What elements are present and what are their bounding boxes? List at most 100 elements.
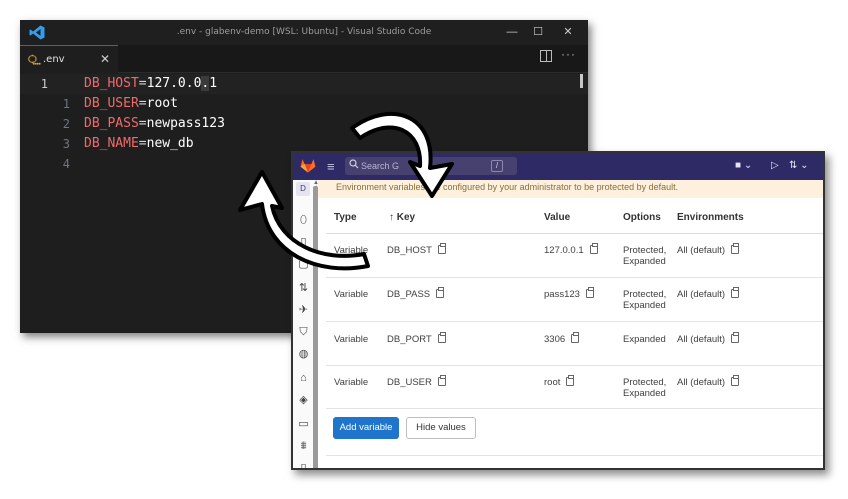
- copy-environment-icon[interactable]: [731, 287, 740, 298]
- tab-close-icon[interactable]: ✕: [100, 52, 110, 66]
- variable-value: 3306: [544, 334, 566, 345]
- vscode-titlebar: .env - glabenv-demo [WSL: Ubuntu] - Visu…: [20, 20, 588, 45]
- env-equals: =: [138, 116, 147, 131]
- code-line[interactable]: 2 DB_PASS=newpass123: [20, 114, 588, 134]
- variable-value: 127.0.0.1: [544, 245, 584, 256]
- line-number: 2: [62, 117, 70, 131]
- add-variable-button[interactable]: Add variable: [333, 417, 399, 439]
- merge-requests-icon[interactable]: ⇅ ⌄: [789, 160, 809, 171]
- protection-banner: Environment variables are configured by …: [318, 180, 823, 198]
- tab-label: .env: [43, 54, 65, 65]
- variable-value: root: [544, 377, 561, 388]
- row-divider: [326, 321, 823, 322]
- variable-type: Variable: [334, 289, 369, 300]
- env-equals: =: [138, 136, 147, 151]
- column-header-environments: Environments: [677, 212, 744, 223]
- variable-options-line2: Expanded: [623, 300, 666, 311]
- variable-type: Variable: [334, 377, 369, 388]
- pin-icon[interactable]: ⬯: [297, 214, 310, 227]
- env-value: newpass123: [146, 116, 225, 131]
- deployments-icon[interactable]: ◍: [297, 348, 310, 361]
- env-key: DB_NAME: [84, 136, 139, 151]
- column-header-key[interactable]: ↑ Key: [389, 212, 415, 223]
- env-equals: =: [138, 96, 147, 111]
- copy-key-icon[interactable]: [437, 375, 446, 386]
- copy-environment-icon[interactable]: [731, 375, 740, 386]
- variable-environment: All (default): [677, 377, 726, 388]
- variable-value: pass123: [544, 289, 580, 300]
- row-divider: [326, 365, 823, 366]
- variable-key: DB_USER: [387, 377, 432, 388]
- copy-environment-icon[interactable]: [731, 243, 740, 254]
- issues-dropdown-icon[interactable]: ■ ⌄: [735, 160, 752, 171]
- variable-options: Protected,: [623, 289, 667, 300]
- env-file-icon: ⵿: [28, 53, 37, 66]
- todo-icon[interactable]: ▷: [771, 160, 779, 171]
- split-editor-icon[interactable]: [540, 50, 552, 62]
- env-equals: =: [138, 76, 147, 91]
- gitlab-window: ≡ Search G / ■ ⌄ ▷ ⇅ ⌄ ▲ D ⬯ ▯ ▢ ⇅ ✈ ⛉ ◍…: [291, 151, 825, 470]
- variable-key: DB_PASS: [387, 289, 431, 300]
- variable-key: DB_PORT: [387, 334, 432, 345]
- wiki-icon[interactable]: ▯: [297, 462, 310, 468]
- hamburger-menu-icon[interactable]: ≡: [327, 159, 335, 174]
- variable-options: Protected,: [623, 377, 667, 388]
- cicd-rocket-icon[interactable]: ✈: [297, 304, 310, 317]
- variable-environment: All (default): [677, 334, 726, 345]
- env-value: 127.0.0: [146, 76, 202, 91]
- variable-environment: All (default): [677, 289, 726, 300]
- env-key: DB_PASS: [84, 116, 139, 131]
- line-number: 4: [62, 157, 70, 171]
- maximize-button[interactable]: ☐: [530, 23, 546, 41]
- project-avatar[interactable]: D: [296, 182, 310, 196]
- security-shield-icon[interactable]: ⛉: [297, 326, 310, 339]
- variable-key: DB_HOST: [387, 245, 432, 256]
- line-number: 1: [62, 97, 70, 111]
- row-divider: [326, 277, 823, 278]
- copy-value-icon[interactable]: [566, 375, 575, 386]
- code-line[interactable]: 1 DB_HOST=127.0.0.1: [20, 74, 588, 94]
- minimap-scroll-indicator[interactable]: [580, 74, 583, 88]
- copy-value-icon[interactable]: [585, 287, 594, 298]
- env-key: DB_USER: [84, 96, 139, 111]
- minimize-button[interactable]: —: [504, 23, 520, 41]
- code-line[interactable]: 1 DB_USER=root: [20, 94, 588, 114]
- search-placeholder: Search G: [361, 161, 400, 171]
- editor-tabbar: ⵿ .env ✕: [20, 45, 588, 73]
- copy-key-icon[interactable]: [437, 332, 446, 343]
- search-input[interactable]: Search G /: [345, 157, 517, 175]
- gitlab-logo-icon[interactable]: [300, 158, 316, 173]
- close-window-button[interactable]: ✕: [560, 23, 576, 41]
- merge-request-icon[interactable]: ⇅: [297, 282, 310, 295]
- env-key: DB_HOST: [84, 76, 139, 91]
- packages-icon[interactable]: ⌂: [297, 372, 310, 385]
- footer-divider: [326, 455, 823, 456]
- issues-icon[interactable]: ▢: [297, 258, 310, 271]
- row-divider: [326, 408, 823, 409]
- chart-icon[interactable]: ⩩: [297, 440, 310, 453]
- copy-key-icon[interactable]: [436, 287, 445, 298]
- column-header-type: Type: [334, 212, 357, 223]
- env-value-tail: 1: [209, 76, 218, 91]
- line-number: 3: [62, 137, 70, 151]
- more-actions-icon[interactable]: ···: [561, 47, 576, 61]
- column-header-options: Options: [623, 212, 661, 223]
- monitor-icon[interactable]: ◈: [297, 394, 310, 407]
- variable-options: Expanded: [623, 334, 666, 345]
- env-value: new_db: [146, 136, 194, 151]
- sidebar-scrollbar[interactable]: [313, 186, 318, 468]
- analytics-icon[interactable]: ▭: [297, 418, 310, 431]
- repository-icon[interactable]: ▯: [297, 236, 310, 249]
- header-divider: [326, 233, 823, 234]
- copy-environment-icon[interactable]: [731, 332, 740, 343]
- copy-key-icon[interactable]: [437, 243, 446, 254]
- hide-values-button[interactable]: Hide values: [406, 417, 476, 439]
- variable-environment: All (default): [677, 245, 726, 256]
- variable-options-line2: Expanded: [623, 256, 666, 267]
- copy-value-icon[interactable]: [589, 243, 598, 254]
- copy-value-icon[interactable]: [571, 332, 580, 343]
- gitlab-sidebar: ▲ D ⬯ ▯ ▢ ⇅ ✈ ⛉ ◍ ⌂ ◈ ▭ ⩩ ▯: [293, 180, 319, 468]
- variable-type: Variable: [334, 245, 369, 256]
- tab-env[interactable]: ⵿ .env ✕: [20, 45, 118, 73]
- variable-options: Protected,: [623, 245, 667, 256]
